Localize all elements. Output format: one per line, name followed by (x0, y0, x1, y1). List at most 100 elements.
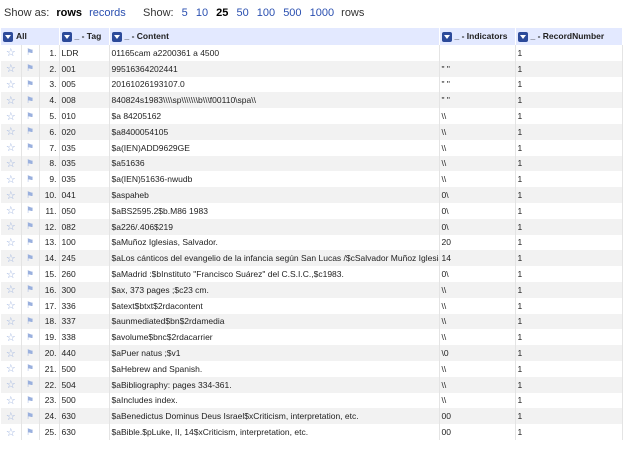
cell-tag[interactable]: LDR (59, 45, 110, 61)
cell-content[interactable]: 20161026193107.0 (109, 76, 440, 93)
cell-content[interactable]: $aBibliography: pages 334-361. (109, 376, 440, 393)
cell-tag[interactable]: 082 (59, 218, 110, 235)
flag-icon[interactable]: ⚑ (21, 76, 40, 93)
flag-icon[interactable]: ⚑ (21, 123, 40, 140)
cell-indicators[interactable]: \\ (439, 313, 516, 330)
star-icon[interactable]: ☆ (1, 218, 22, 235)
cell-content[interactable]: $a(IEN)51636-nwudb (109, 171, 440, 188)
star-icon[interactable]: ☆ (1, 424, 22, 440)
cell-content[interactable]: $aIncludes index. (109, 392, 440, 409)
page-size-option[interactable]: 10 (196, 7, 208, 19)
cell-record-number[interactable]: 1 (515, 155, 623, 172)
cell-content[interactable]: $a(IEN)ADD9629GE (109, 139, 440, 156)
cell-tag[interactable]: 630 (59, 424, 110, 440)
column-header-indicators[interactable]: _ - Indicators (439, 28, 516, 45)
cell-record-number[interactable]: 1 (515, 297, 623, 314)
cell-indicators[interactable]: \\ (439, 360, 516, 377)
page-size-option[interactable]: 1000 (310, 7, 334, 19)
cell-indicators[interactable]: \\ (439, 281, 516, 298)
flag-icon[interactable]: ⚑ (21, 92, 40, 109)
cell-tag[interactable]: 035 (59, 171, 110, 188)
star-icon[interactable]: ☆ (1, 45, 22, 61)
flag-icon[interactable]: ⚑ (21, 424, 40, 440)
cell-tag[interactable]: 500 (59, 392, 110, 409)
cell-record-number[interactable]: 1 (515, 408, 623, 425)
cell-content[interactable]: $a226/.406$219 (109, 218, 440, 235)
star-icon[interactable]: ☆ (1, 297, 22, 314)
cell-content[interactable]: $atext$btxt$2rdacontent (109, 297, 440, 314)
cell-tag[interactable]: 035 (59, 139, 110, 156)
cell-indicators[interactable]: \\ (439, 392, 516, 409)
cell-record-number[interactable]: 1 (515, 424, 623, 440)
cell-tag[interactable]: 504 (59, 376, 110, 393)
flag-icon[interactable]: ⚑ (21, 139, 40, 156)
cell-record-number[interactable]: 1 (515, 376, 623, 393)
cell-content[interactable]: $avolume$bnc$2rdacarrier (109, 329, 440, 346)
cell-content[interactable]: $aspaheb (109, 187, 440, 203)
flag-icon[interactable]: ⚑ (21, 408, 40, 425)
column-header-content[interactable]: _ - Content (109, 28, 440, 45)
cell-tag[interactable]: 041 (59, 187, 110, 203)
flag-icon[interactable]: ⚑ (21, 171, 40, 188)
cell-record-number[interactable]: 1 (515, 45, 623, 61)
chevron-down-icon[interactable] (517, 31, 528, 42)
cell-content[interactable]: $aHebrew and Spanish. (109, 360, 440, 377)
cell-indicators[interactable]: 20 (439, 234, 516, 251)
cell-tag[interactable]: 050 (59, 202, 110, 219)
star-icon[interactable]: ☆ (1, 234, 22, 251)
star-icon[interactable]: ☆ (1, 202, 22, 219)
star-icon[interactable]: ☆ (1, 155, 22, 172)
cell-indicators[interactable]: 0\ (439, 218, 516, 235)
cell-content[interactable]: $aPuer natus ;$v1 (109, 345, 440, 361)
star-icon[interactable]: ☆ (1, 392, 22, 409)
column-header-all[interactable]: All (1, 28, 60, 45)
star-icon[interactable]: ☆ (1, 187, 22, 203)
cell-tag[interactable]: 440 (59, 345, 110, 361)
cell-record-number[interactable]: 1 (515, 250, 623, 267)
flag-icon[interactable]: ⚑ (21, 392, 40, 409)
cell-content[interactable]: $aBS2595.2$b.M86 1983 (109, 202, 440, 219)
star-icon[interactable]: ☆ (1, 250, 22, 267)
cell-indicators[interactable]: 0\ (439, 187, 516, 203)
flag-icon[interactable]: ⚑ (21, 345, 40, 361)
column-header-record-number[interactable]: _ - RecordNumber (515, 28, 623, 45)
star-icon[interactable]: ☆ (1, 313, 22, 330)
cell-record-number[interactable]: 1 (515, 313, 623, 330)
flag-icon[interactable]: ⚑ (21, 313, 40, 330)
cell-indicators[interactable]: 14 (439, 250, 516, 267)
cell-indicators[interactable]: 0\ (439, 202, 516, 219)
star-icon[interactable]: ☆ (1, 376, 22, 393)
cell-content[interactable]: $aunmediated$bn$2rdamedia (109, 313, 440, 330)
cell-record-number[interactable]: 1 (515, 171, 623, 188)
flag-icon[interactable]: ⚑ (21, 329, 40, 346)
cell-content[interactable]: $a8400054105 (109, 123, 440, 140)
flag-icon[interactable]: ⚑ (21, 376, 40, 393)
cell-indicators[interactable]: \\ (439, 376, 516, 393)
cell-record-number[interactable]: 1 (515, 60, 623, 77)
cell-record-number[interactable]: 1 (515, 392, 623, 409)
cell-record-number[interactable]: 1 (515, 187, 623, 203)
star-icon[interactable]: ☆ (1, 266, 22, 282)
cell-content[interactable]: $aMuñoz Iglesias, Salvador. (109, 234, 440, 251)
column-header-tag[interactable]: _ - Tag (59, 28, 110, 45)
cell-content[interactable]: $aBible.$pLuke, II, 14$xCriticism, inter… (109, 424, 440, 440)
flag-icon[interactable]: ⚑ (21, 218, 40, 235)
cell-record-number[interactable]: 1 (515, 360, 623, 377)
cell-content[interactable]: 840824s1983\\\\sp\\\\\\\b\\\f00110\spa\\ (109, 92, 440, 109)
cell-content[interactable]: $ax, 373 pages ;$c23 cm. (109, 281, 440, 298)
cell-indicators[interactable]: \\ (439, 155, 516, 172)
flag-icon[interactable]: ⚑ (21, 234, 40, 251)
cell-content[interactable]: 01165cam a2200361 a 4500 (109, 45, 440, 61)
cell-content[interactable]: $a 84205162 (109, 108, 440, 124)
flag-icon[interactable]: ⚑ (21, 60, 40, 77)
flag-icon[interactable]: ⚑ (21, 45, 40, 61)
cell-content[interactable]: 99516364202441 (109, 60, 440, 77)
star-icon[interactable]: ☆ (1, 60, 22, 77)
cell-indicators[interactable]: 00 (439, 408, 516, 425)
cell-tag[interactable]: 010 (59, 108, 110, 124)
flag-icon[interactable]: ⚑ (21, 202, 40, 219)
flag-icon[interactable]: ⚑ (21, 281, 40, 298)
star-icon[interactable]: ☆ (1, 92, 22, 109)
cell-indicators[interactable]: " " (439, 76, 516, 93)
page-size-option-current[interactable]: 25 (216, 7, 228, 19)
